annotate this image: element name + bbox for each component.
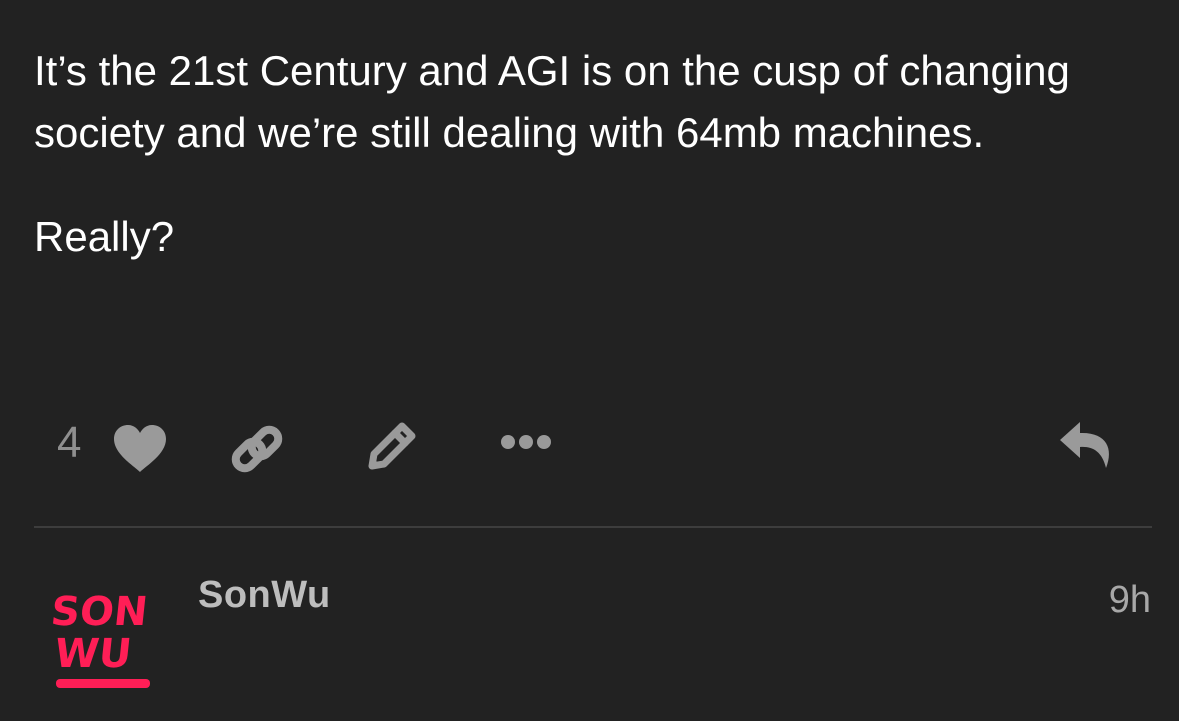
reply-icon[interactable]: [1058, 420, 1114, 470]
link-icon[interactable]: [228, 420, 286, 478]
post-time[interactable]: 9h: [1109, 578, 1151, 622]
avatar-text-son: SON: [50, 589, 150, 635]
post-paragraph: It’s the 21st Century and AGI is on the …: [34, 47, 1070, 156]
post-actions: 4: [0, 410, 1179, 480]
pencil-icon[interactable]: [364, 418, 420, 474]
username[interactable]: SonWu: [198, 573, 331, 617]
avatar[interactable]: SON WU: [49, 585, 155, 695]
heart-icon[interactable]: [112, 424, 168, 474]
divider: [34, 526, 1152, 528]
like-count[interactable]: 4: [57, 418, 81, 468]
post-body: It’s the 21st Century and AGI is on the …: [34, 40, 1144, 268]
post-paragraph: Really?: [34, 213, 175, 260]
avatar-text-wu: WU: [52, 631, 133, 677]
more-icon[interactable]: [500, 432, 554, 452]
